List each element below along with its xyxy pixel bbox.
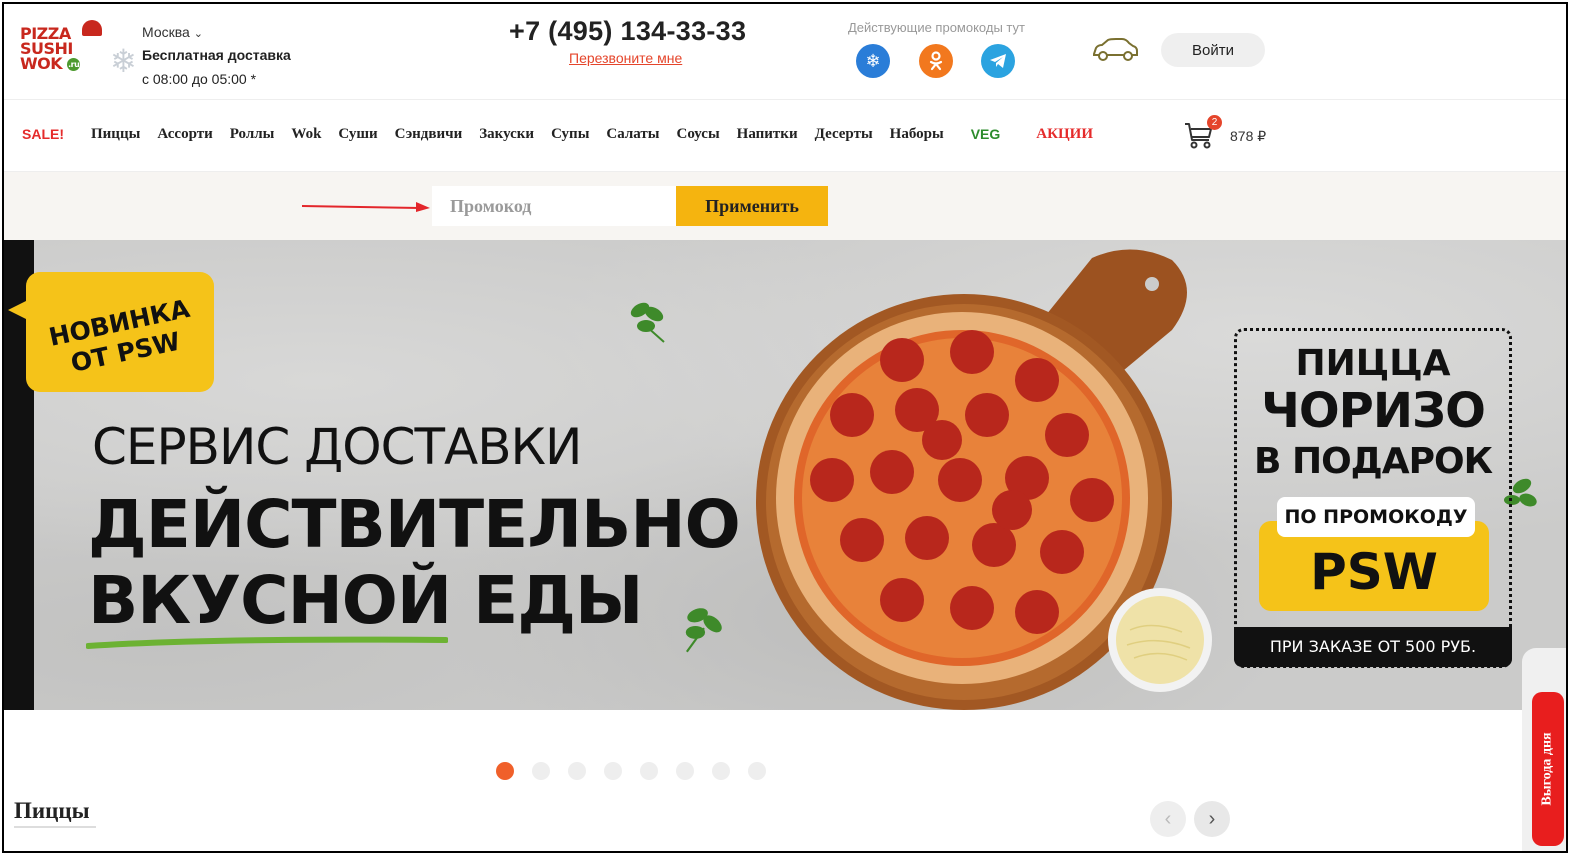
carousel-dot[interactable] xyxy=(676,762,694,780)
section-title-underline xyxy=(14,826,96,828)
parsley-icon xyxy=(685,608,722,653)
nav-item-drinks[interactable]: Напитки xyxy=(737,126,798,143)
telegram-icon[interactable] xyxy=(981,44,1015,78)
header-divider xyxy=(4,99,1566,100)
banner-headline-2: ВКУСНОЙ ЕДЫ xyxy=(88,562,643,639)
snowflake-icon: ❄ xyxy=(110,43,137,79)
logo[interactable]: PIZZA SUSHI WOK .ru xyxy=(20,20,102,82)
car-icon[interactable] xyxy=(1090,36,1140,64)
nav-item-sauces[interactable]: Соусы xyxy=(677,126,720,143)
logo-text-wok: WOK xyxy=(20,54,63,73)
carousel-dot[interactable] xyxy=(568,762,586,780)
nav-item-veg[interactable]: VEG xyxy=(971,126,1001,143)
carousel-dot[interactable] xyxy=(604,762,622,780)
santa-hat-icon xyxy=(82,20,102,36)
logo-ru-badge: .ru xyxy=(67,58,81,71)
green-underline-stroke xyxy=(86,636,448,649)
nav-item-sets[interactable]: Наборы xyxy=(890,126,944,143)
hero-banner[interactable]: НОВИНКА ОТ PSW СЕРВИС ДОСТАВКИ ДЕЙСТВИТЕ… xyxy=(4,240,1566,710)
main-nav: SALE! Пиццы Ассорти Роллы Wok Суши Сэндв… xyxy=(22,126,1110,143)
prev-arrow-button[interactable]: ‹ xyxy=(1150,801,1186,837)
nav-item-soups[interactable]: Супы xyxy=(551,126,589,143)
nav-item-desserts[interactable]: Десерты xyxy=(815,126,873,143)
chevron-down-icon: ⌄ xyxy=(193,28,203,40)
promo-code-value: PSW xyxy=(1310,543,1438,601)
nav-item-snacks[interactable]: Закуски xyxy=(479,126,534,143)
promo-offer-box: ПИЦЦА ЧОРИЗО В ПОДАРОК ПО ПРОМОКОДУ PSW … xyxy=(1234,328,1512,668)
badge-pointer xyxy=(8,300,28,320)
nav-item-salads[interactable]: Салаты xyxy=(606,126,659,143)
odnoklassniki-icon[interactable] xyxy=(919,44,953,78)
nav-item-sushi[interactable]: Суши xyxy=(338,126,377,143)
apply-promo-button[interactable]: Применить xyxy=(676,186,828,226)
carousel-dot[interactable] xyxy=(532,762,550,780)
pizza-image xyxy=(756,249,1212,710)
banner-headline-1: ДЕЙСТВИТЕЛЬНО xyxy=(88,486,741,563)
promo-codes-note: Действующие промокоды тут xyxy=(848,20,1025,35)
cart-count-badge: 2 xyxy=(1207,115,1222,130)
delivery-info: Бесплатная доставка xyxy=(142,47,291,63)
new-badge: НОВИНКА ОТ PSW xyxy=(26,272,214,392)
carousel-dot[interactable] xyxy=(748,762,766,780)
carousel-dot[interactable] xyxy=(640,762,658,780)
cart-total[interactable]: 878 ₽ xyxy=(1230,128,1266,145)
chevron-left-icon: ‹ xyxy=(1164,807,1172,830)
offer-line-2: ЧОРИЗО xyxy=(1261,383,1486,439)
nav-item-rolls[interactable]: Роллы xyxy=(230,126,275,143)
deal-of-day-label: Выгода дня xyxy=(1540,732,1555,806)
nav-item-sandwiches[interactable]: Сэндвичи xyxy=(395,126,463,143)
by-promo-code-label: ПО ПРОМОКОДУ xyxy=(1277,497,1475,537)
new-badge-text: НОВИНКА ОТ PSW xyxy=(46,293,193,378)
nav-item-promotions[interactable]: АКЦИИ xyxy=(1036,126,1093,143)
delivery-hours: с 08:00 до 05:00 * xyxy=(142,71,257,87)
nav-item-wok[interactable]: Wok xyxy=(291,126,321,143)
callback-link[interactable]: Перезвоните мне xyxy=(569,50,682,66)
login-button[interactable]: Войти xyxy=(1161,33,1265,67)
carousel-dot[interactable] xyxy=(712,762,730,780)
carousel-dots xyxy=(496,762,766,780)
promo-code-input[interactable] xyxy=(432,186,676,226)
snowflake-promo-icon[interactable]: ❄ xyxy=(856,44,890,78)
banner-subtitle: СЕРВИС ДОСТАВКИ xyxy=(92,418,582,476)
page-frame: PIZZA SUSHI WOK .ru ❄ Москва ⌄ Бесплатна… xyxy=(2,2,1568,853)
section-title: Пиццы xyxy=(14,798,90,823)
next-arrow-button[interactable]: › xyxy=(1194,801,1230,837)
deal-of-day-tab[interactable]: Выгода дня xyxy=(1532,692,1564,846)
offer-line-1: ПИЦЦА xyxy=(1295,343,1451,384)
red-arrow-annotation xyxy=(302,202,430,212)
parsley-icon xyxy=(630,302,665,343)
offer-line-3: В ПОДАРОК xyxy=(1253,441,1493,482)
phone-number[interactable]: +7 (495) 134-33-33 xyxy=(509,16,746,47)
carousel-dot[interactable] xyxy=(496,762,514,780)
chevron-right-icon: › xyxy=(1208,807,1216,830)
offer-condition: ПРИ ЗАКАЗЕ ОТ 500 РУБ. xyxy=(1234,627,1512,667)
city-label: Москва xyxy=(142,24,190,40)
nav-item-sale[interactable]: SALE! xyxy=(22,126,64,143)
city-selector[interactable]: Москва ⌄ xyxy=(142,24,203,40)
nav-item-assorti[interactable]: Ассорти xyxy=(157,126,212,143)
nav-item-pizza[interactable]: Пиццы xyxy=(91,126,140,143)
